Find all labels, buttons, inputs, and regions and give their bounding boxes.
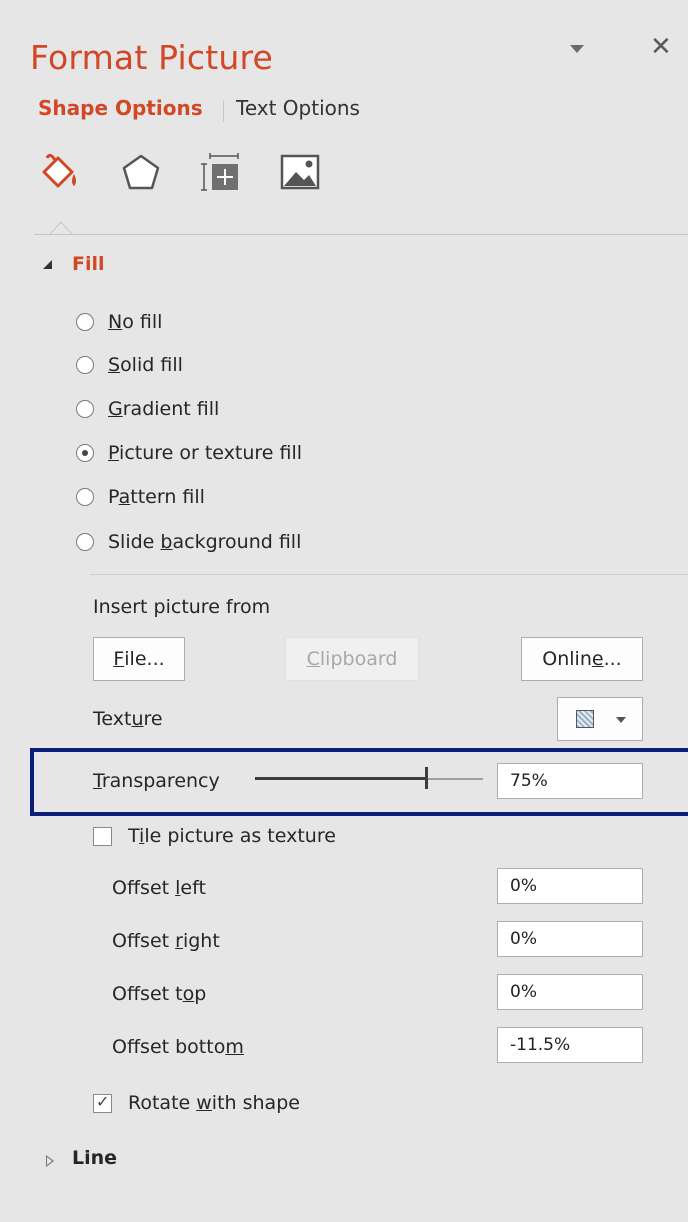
offset-left-label: Offset left xyxy=(112,877,206,899)
icon-tab-divider xyxy=(34,234,688,235)
tab-shape-options[interactable]: Shape Options xyxy=(38,96,203,120)
effects-icon[interactable] xyxy=(118,150,164,196)
offset-top-input[interactable] xyxy=(498,981,688,1003)
close-icon[interactable]: ✕ xyxy=(650,34,672,60)
tab-separator xyxy=(223,100,224,122)
radio-button[interactable] xyxy=(76,533,94,551)
collapsed-triangle-icon[interactable] xyxy=(46,1155,54,1167)
online-button[interactable]: Onlin e... xyxy=(521,637,643,681)
pane-title: Format Picture xyxy=(30,38,274,77)
file-button[interactable]: File... xyxy=(93,637,185,681)
offset-right-input[interactable] xyxy=(498,928,688,950)
tile-checkbox[interactable] xyxy=(93,826,112,846)
radio-picture-texture-fill[interactable]: Picture or texture fill xyxy=(76,437,302,469)
radio-solid-fill[interactable]: Solid fill xyxy=(76,349,183,381)
offset-top-label: Offset top xyxy=(112,983,207,1005)
picture-icon[interactable] xyxy=(278,150,324,196)
insert-picture-label: Insert picture from xyxy=(93,596,271,618)
offset-right-spinner[interactable] xyxy=(497,921,688,957)
fill-line-icon[interactable] xyxy=(38,150,84,196)
radio-button[interactable] xyxy=(76,400,94,418)
line-section-header[interactable]: Line xyxy=(72,1147,117,1169)
offset-left-spinner[interactable] xyxy=(497,868,688,904)
rotate-checkbox[interactable] xyxy=(93,1092,112,1113)
offset-bottom-label: Offset bottom xyxy=(112,1036,244,1058)
section-divider xyxy=(90,574,688,575)
radio-slide-background-fill[interactable]: Slide background fill xyxy=(76,526,301,558)
radio-button[interactable] xyxy=(76,313,94,331)
fill-section-header[interactable]: Fill xyxy=(72,253,105,275)
rotate-with-shape-checkbox-row[interactable]: Rotate with shape xyxy=(93,1092,300,1114)
radio-button-selected[interactable] xyxy=(76,444,94,462)
texture-dropdown[interactable] xyxy=(557,697,643,741)
clipboard-button: Clipboard xyxy=(285,637,419,681)
offset-top-spinner[interactable] xyxy=(497,974,688,1010)
transparency-slider-thumb[interactable] xyxy=(425,767,428,789)
active-tab-caret xyxy=(50,221,72,235)
radio-button[interactable] xyxy=(76,356,94,374)
chevron-down-icon[interactable] xyxy=(570,45,584,53)
tab-text-options[interactable]: Text Options xyxy=(236,96,360,120)
transparency-slider-fill xyxy=(255,777,426,780)
offset-left-input[interactable] xyxy=(498,875,688,897)
size-properties-icon[interactable] xyxy=(198,150,244,196)
expanded-triangle-icon[interactable] xyxy=(43,260,52,269)
radio-no-fill[interactable]: No fill xyxy=(76,306,162,338)
offset-right-label: Offset right xyxy=(112,930,220,952)
tile-picture-checkbox-row[interactable]: Tile picture as texture xyxy=(93,825,336,847)
texture-label: Texture xyxy=(93,708,163,730)
transparency-spinner[interactable] xyxy=(497,763,688,799)
radio-pattern-fill[interactable]: Pattern fill xyxy=(76,481,205,513)
radio-gradient-fill[interactable]: Gradient fill xyxy=(76,393,219,425)
offset-bottom-spinner[interactable] xyxy=(497,1027,688,1063)
offset-bottom-input[interactable] xyxy=(498,1034,688,1056)
transparency-input[interactable] xyxy=(498,770,688,792)
dropdown-caret-icon xyxy=(616,717,626,723)
radio-button[interactable] xyxy=(76,488,94,506)
texture-swatch-icon xyxy=(576,710,594,728)
transparency-label: Transparency xyxy=(93,770,220,792)
